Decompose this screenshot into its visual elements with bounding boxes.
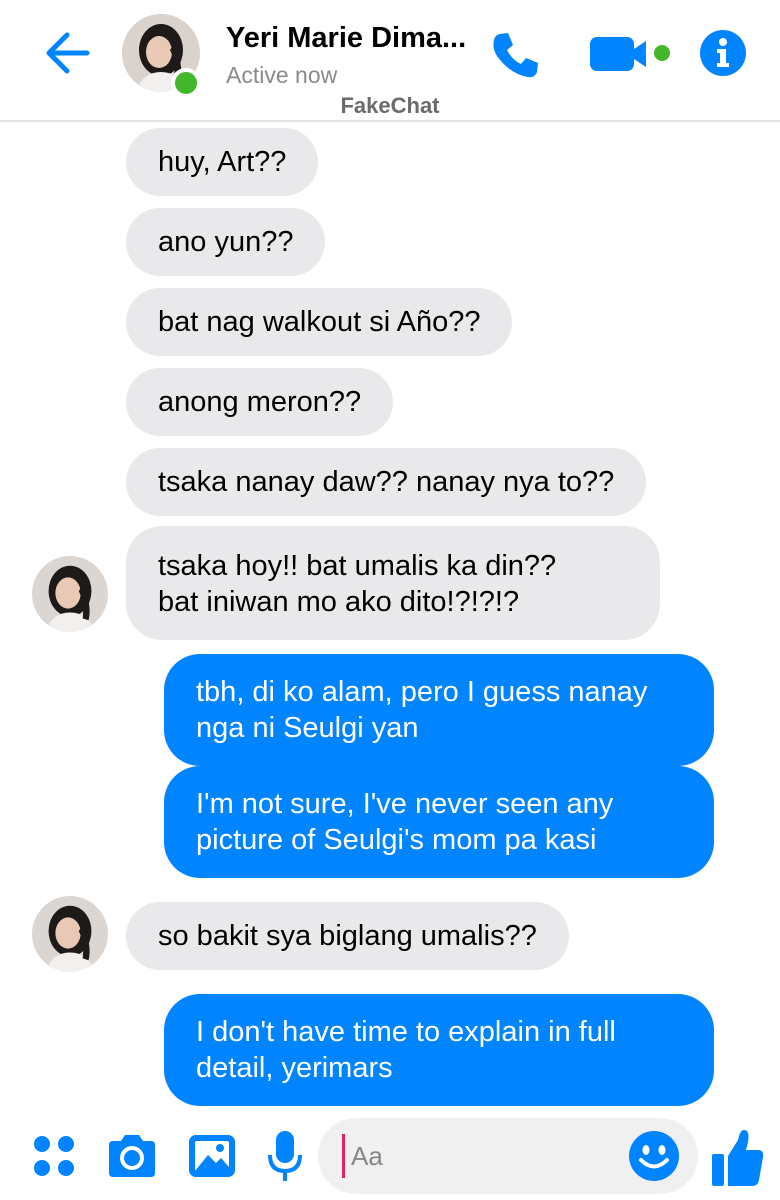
message-incoming[interactable]: ano yun?? — [126, 208, 326, 276]
message-incoming[interactable]: anong meron?? — [126, 368, 394, 436]
gallery-button[interactable] — [184, 1128, 240, 1184]
apps-button[interactable] — [30, 1132, 78, 1180]
message-incoming[interactable]: tsaka nanay daw?? nanay nya to?? — [126, 448, 647, 516]
info-icon — [700, 30, 746, 76]
message-outgoing[interactable]: tbh, di ko alam, pero I guess nanay nga … — [164, 654, 714, 766]
video-call-button[interactable] — [588, 30, 678, 78]
message-incoming[interactable]: so bakit sya biglang umalis?? — [126, 902, 569, 970]
sender-avatar[interactable] — [32, 556, 108, 632]
message-thread[interactable]: huy, Art?? ano yun?? bat nag walkout si … — [0, 124, 780, 1114]
message-incoming[interactable]: tsaka hoy!! bat umalis ka din?? bat iniw… — [126, 526, 660, 640]
emoji-button[interactable] — [626, 1128, 682, 1184]
voice-call-button[interactable] — [486, 26, 544, 84]
message-incoming[interactable]: bat nag walkout si Año?? — [126, 288, 513, 356]
emoji-icon — [629, 1131, 679, 1181]
apps-grid-icon — [34, 1136, 74, 1176]
message-incoming[interactable]: huy, Art?? — [126, 128, 319, 196]
message-outgoing[interactable]: I don't have time to explain in full det… — [164, 994, 714, 1106]
voice-message-button[interactable] — [262, 1128, 308, 1186]
chat-header: Yeri Marie Dima... Active now FakeChat — [0, 0, 780, 122]
app-watermark-label: FakeChat — [340, 93, 440, 118]
message-outgoing[interactable]: I'm not sure, I've never seen any pictur… — [164, 766, 714, 878]
message-input[interactable] — [342, 1134, 612, 1178]
video-camera-icon — [590, 37, 670, 71]
message-composer — [0, 1112, 780, 1200]
phone-icon — [493, 33, 538, 78]
back-arrow-icon — [46, 32, 90, 74]
back-button[interactable] — [40, 28, 94, 78]
message-input-container[interactable] — [318, 1118, 698, 1194]
contact-status: Active now — [226, 62, 338, 88]
conversation-info-button[interactable] — [698, 28, 748, 78]
camera-icon — [109, 1135, 155, 1177]
camera-button[interactable] — [104, 1128, 160, 1184]
image-icon — [189, 1135, 235, 1177]
thumbs-up-icon — [712, 1130, 764, 1186]
like-button[interactable] — [708, 1124, 768, 1190]
sender-avatar[interactable] — [32, 896, 108, 972]
microphone-icon — [268, 1131, 302, 1181]
contact-name[interactable]: Yeri Marie Dima... — [226, 22, 476, 55]
